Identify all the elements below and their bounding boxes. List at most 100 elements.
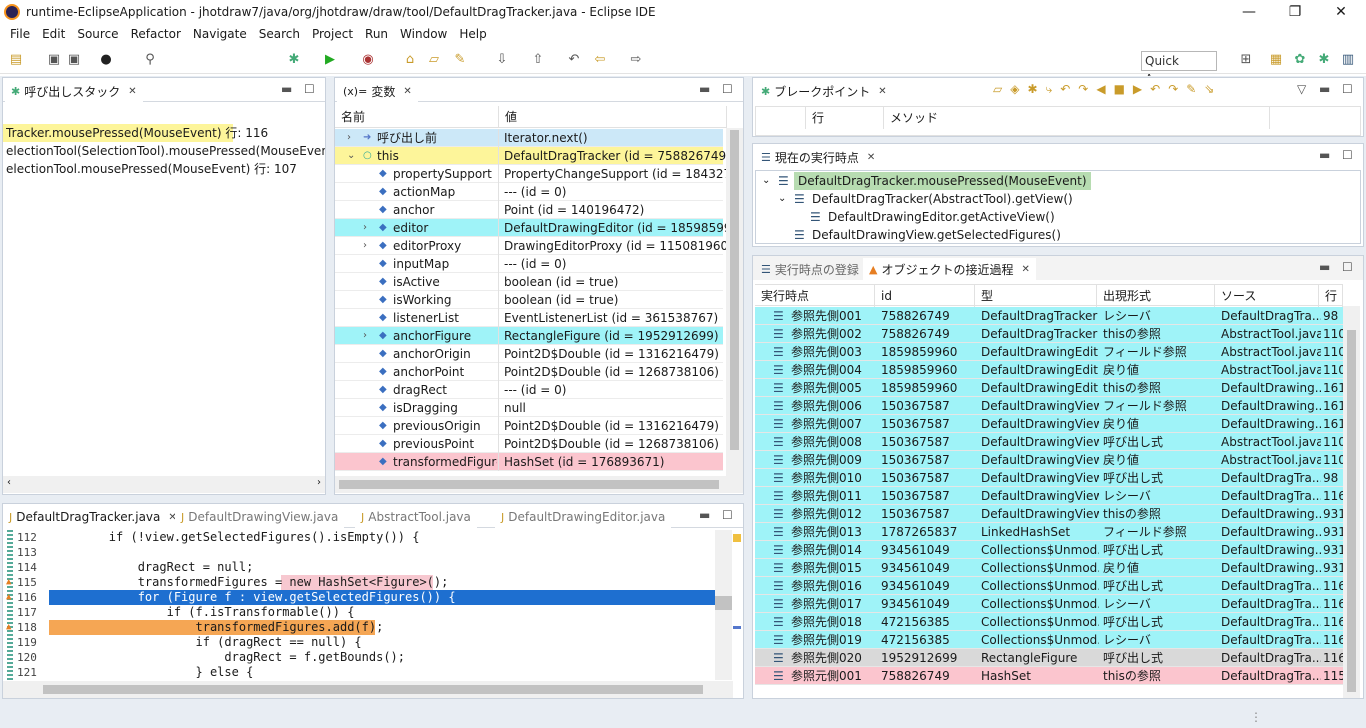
call-stack-tab[interactable]: ✱ 呼び出しスタック ✕	[5, 80, 143, 102]
column-line-header[interactable]: 行	[1319, 285, 1343, 307]
table-row[interactable]: ◆ isWorking boolean (id = true)	[335, 291, 723, 309]
column-time-header[interactable]: 実行時点	[755, 285, 875, 307]
scroll-thumb[interactable]	[43, 685, 703, 694]
table-row[interactable]: ◆ transformedFigures HashSet (id = 1768936…	[335, 453, 723, 471]
table-row[interactable]: ◆ dragRect --- (id = 0)	[335, 381, 723, 399]
menu-edit[interactable]: Edit	[36, 27, 71, 41]
menu-refactor[interactable]: Refactor	[125, 27, 187, 41]
next-annotation-icon[interactable]: ⇩	[494, 52, 510, 68]
prev-annotation-icon[interactable]: ⇧	[530, 52, 546, 68]
forward-icon[interactable]: ⇨	[628, 52, 644, 68]
menu-file[interactable]: File	[4, 27, 36, 41]
table-row[interactable]: › ➜ 呼び出し前 Iterator.next()	[335, 129, 723, 147]
maximize-button[interactable]: ❐	[1272, 0, 1318, 24]
table-row[interactable]: ☰ 参照先側005 1859859960 DefaultDrawingEdit... t…	[755, 379, 1345, 397]
java-perspective-icon[interactable]: ✿	[1292, 52, 1308, 68]
open-perspective-icon[interactable]: ⊞	[1238, 52, 1254, 68]
table-row[interactable]: ◆ actionMap --- (id = 0)	[335, 183, 723, 201]
maximize-view-icon[interactable]: ☐	[1342, 148, 1353, 162]
maximize-view-icon[interactable]: ☐	[1342, 82, 1353, 96]
user-icon[interactable]: ●	[98, 52, 114, 68]
close-icon[interactable]: ✕	[128, 86, 136, 97]
close-button[interactable]: ✕	[1318, 0, 1364, 24]
table-row[interactable]: ◆ anchorOrigin Point2D$Double (id = 131621…	[335, 345, 723, 363]
debug-perspective-icon[interactable]: ✱	[1316, 52, 1332, 68]
table-row[interactable]: ☰ 参照先側013 1787265837 LinkedHashSet フィールド参照 De…	[755, 523, 1345, 541]
chevron-down-icon[interactable]: ⌄	[347, 147, 355, 165]
column-form-header[interactable]: 出現形式	[1097, 285, 1215, 307]
menu-run[interactable]: Run	[359, 27, 394, 41]
table-row[interactable]: ◆ previousOrigin Point2D$Double (id = 1316…	[335, 417, 723, 435]
vertical-scrollbar[interactable]	[726, 128, 743, 476]
table-row[interactable]: ☰ 参照先側008 150367587 DefaultDrawingView 呼び出し式…	[755, 433, 1345, 451]
chevron-right-icon[interactable]: ›	[363, 327, 367, 345]
chevron-right-icon[interactable]: ›	[363, 237, 367, 255]
table-row[interactable]: ◆ previousPoint Point2D$Double (id = 12687…	[335, 435, 723, 453]
table-row[interactable]: › ◆ editor DefaultDrawingEditor (id = 18598…	[335, 219, 726, 237]
current-execution-tab[interactable]: ☰ 現在の実行時点 ✕	[755, 146, 882, 168]
scroll-right-icon[interactable]: ›	[317, 477, 321, 488]
chevron-right-icon[interactable]: ›	[363, 219, 367, 237]
scroll-thumb[interactable]	[730, 130, 739, 450]
editor-tab-active[interactable]: J DefaultDragTracker.java ✕	[3, 506, 183, 528]
table-row[interactable]: ◆ isDragging null	[335, 399, 723, 417]
last-edit-icon[interactable]: ↶	[566, 52, 582, 68]
column-method-header[interactable]: メソッド	[884, 107, 1270, 129]
column-source-header[interactable]: ソース	[1215, 285, 1319, 307]
view-menu-icon[interactable]: ▽	[1297, 82, 1306, 96]
table-row[interactable]: ☰ 参照先側002 758826749 DefaultDragTracker thisの…	[755, 325, 1345, 343]
column-value-header[interactable]: 値	[499, 106, 727, 128]
close-icon[interactable]: ✕	[878, 86, 886, 97]
editor-tab[interactable]: J DefaultDrawingView.java	[175, 506, 345, 528]
minimize-button[interactable]: —	[1226, 0, 1272, 24]
table-row[interactable]: ◆ anchorPoint Point2D$Double (id = 1268738…	[335, 363, 723, 381]
quick-access-input[interactable]: Quick Access	[1141, 51, 1217, 86]
save-all-icon[interactable]: ▣	[66, 52, 82, 68]
layout-perspective-icon[interactable]: ▥	[1340, 52, 1356, 68]
minimize-view-icon[interactable]: ▬	[281, 82, 292, 96]
maximize-view-icon[interactable]: ☐	[1342, 260, 1353, 274]
scroll-thumb[interactable]	[715, 596, 732, 610]
open-folder-icon[interactable]: ▱	[426, 52, 442, 68]
breakpoints-tab[interactable]: ✱ ブレークポイント ✕	[755, 80, 893, 102]
table-row[interactable]: ◆ inputMap --- (id = 0)	[335, 255, 723, 273]
code-line[interactable]: if (dragRect == null) {	[51, 635, 361, 650]
variables-tab[interactable]: (x)= 変数 ✕	[337, 80, 418, 102]
external-tools-icon[interactable]: ◉	[360, 52, 376, 68]
menu-source[interactable]: Source	[71, 27, 124, 41]
scroll-thumb[interactable]	[339, 480, 719, 489]
list-item[interactable]: electionTool(SelectionTool).mousePressed…	[3, 142, 325, 160]
table-row[interactable]: ☰ 参照先側012 150367587 DefaultDrawingView thisの…	[755, 505, 1345, 523]
table-row[interactable]: ◆ anchor Point (id = 140196472)	[335, 201, 723, 219]
table-row[interactable]: ☰ 参照先側019 472156385 Collections$Unmod... レシー…	[755, 631, 1345, 649]
tree-item[interactable]: ⌄ ☰ DefaultDragTracker.mousePressed(Mous…	[760, 172, 1091, 190]
code-line[interactable]: if (f.isTransformable()) {	[51, 605, 355, 620]
toggle-breakpoint-icon[interactable]: ⚲	[142, 52, 158, 68]
vertical-scrollbar[interactable]	[715, 530, 732, 680]
scroll-left-icon[interactable]: ‹	[7, 477, 11, 488]
code-line[interactable]: } else {	[51, 665, 253, 680]
list-item[interactable]: Tracker.mousePressed(MouseEvent) 行: 116	[3, 124, 268, 142]
table-row[interactable]: ☰ 参照先側001 758826749 DefaultDragTracker レシーバ D…	[755, 307, 1343, 325]
maximize-view-icon[interactable]: ☐	[722, 508, 733, 522]
save-icon[interactable]: ▣	[46, 52, 62, 68]
run-icon[interactable]: ▶	[322, 52, 338, 68]
table-row[interactable]: ◆ isActive boolean (id = true)	[335, 273, 723, 291]
column-id-header[interactable]: id	[875, 285, 975, 307]
vertical-scrollbar[interactable]	[1343, 306, 1360, 698]
table-row[interactable]: › ◆ anchorFigure RectangleFigure (id = 1952…	[335, 327, 723, 345]
maximize-view-icon[interactable]: ☐	[304, 82, 315, 96]
table-row[interactable]: ☰ 参照先側004 1859859960 DefaultDrawingEdit... 戻…	[755, 361, 1345, 379]
minimize-view-icon[interactable]: ▬	[1319, 82, 1330, 96]
scroll-thumb[interactable]	[1347, 330, 1356, 692]
table-row[interactable]: ☰ 参照先側007 150367587 DefaultDrawingView 戻り値 De…	[755, 415, 1345, 433]
minimize-view-icon[interactable]: ▬	[1319, 148, 1330, 162]
object-approach-tab[interactable]: ▲ オブジェクトの接近過程 ✕	[863, 258, 1036, 280]
menu-navigate[interactable]: Navigate	[187, 27, 253, 41]
table-row[interactable]: › ◆ editorProxy DrawingEditorProxy (id = 11…	[335, 237, 726, 255]
table-row[interactable]: ☰ 参照先側011 150367587 DefaultDrawingView レシーバ D…	[755, 487, 1345, 505]
new-icon[interactable]: ▤	[8, 52, 24, 68]
menu-help[interactable]: Help	[453, 27, 492, 41]
breakpoint-toolbar-icons[interactable]: ▱◈✱⤷↶↷◀■▶↶↷✎⇘	[993, 82, 1222, 97]
table-row[interactable]: ☰ 参照先側016 934561049 Collections$Unmod... 呼び出…	[755, 577, 1345, 595]
